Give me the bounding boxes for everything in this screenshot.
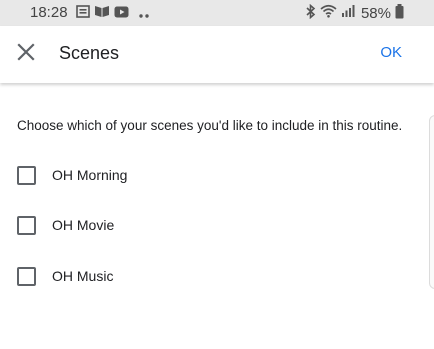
scene-label: OH Morning <box>52 167 128 183</box>
youtube-icon <box>114 5 129 22</box>
side-panel-edge <box>429 115 434 289</box>
scene-checkbox[interactable] <box>17 215 36 235</box>
status-system-icons: 58% <box>305 3 404 23</box>
signal-icon <box>341 4 355 22</box>
scene-item-oh-music[interactable]: OH Music <box>17 265 113 287</box>
gallery-icon <box>76 4 90 22</box>
wifi-icon <box>320 4 337 22</box>
bluetooth-icon <box>305 3 316 23</box>
scene-item-oh-movie[interactable]: OH Movie <box>17 214 114 236</box>
battery-percent: 58% <box>360 4 391 22</box>
scene-item-oh-morning[interactable]: OH Morning <box>17 164 127 186</box>
scene-checkbox[interactable] <box>17 266 36 286</box>
scene-label: OH Music <box>52 268 114 284</box>
scene-label: OH Movie <box>52 217 115 233</box>
status-time: 18:28 <box>30 4 68 21</box>
more-dots-icon <box>139 5 149 22</box>
battery-icon <box>395 3 404 23</box>
status-notification-icons <box>76 4 149 22</box>
instruction-text: Choose which of your scenes you'd like t… <box>17 118 403 133</box>
ok-button[interactable]: OK <box>380 44 402 61</box>
status-bar: 18:28 58% <box>0 0 434 26</box>
book-icon <box>94 5 110 22</box>
scene-checkbox[interactable] <box>17 165 36 185</box>
close-icon[interactable] <box>17 42 35 66</box>
page-title: Scenes <box>59 43 120 63</box>
app-bar: Scenes OK <box>0 26 434 83</box>
close-button[interactable] <box>12 40 40 68</box>
screen: 18:28 58% Scenes OK Choose which of your… <box>0 0 434 349</box>
